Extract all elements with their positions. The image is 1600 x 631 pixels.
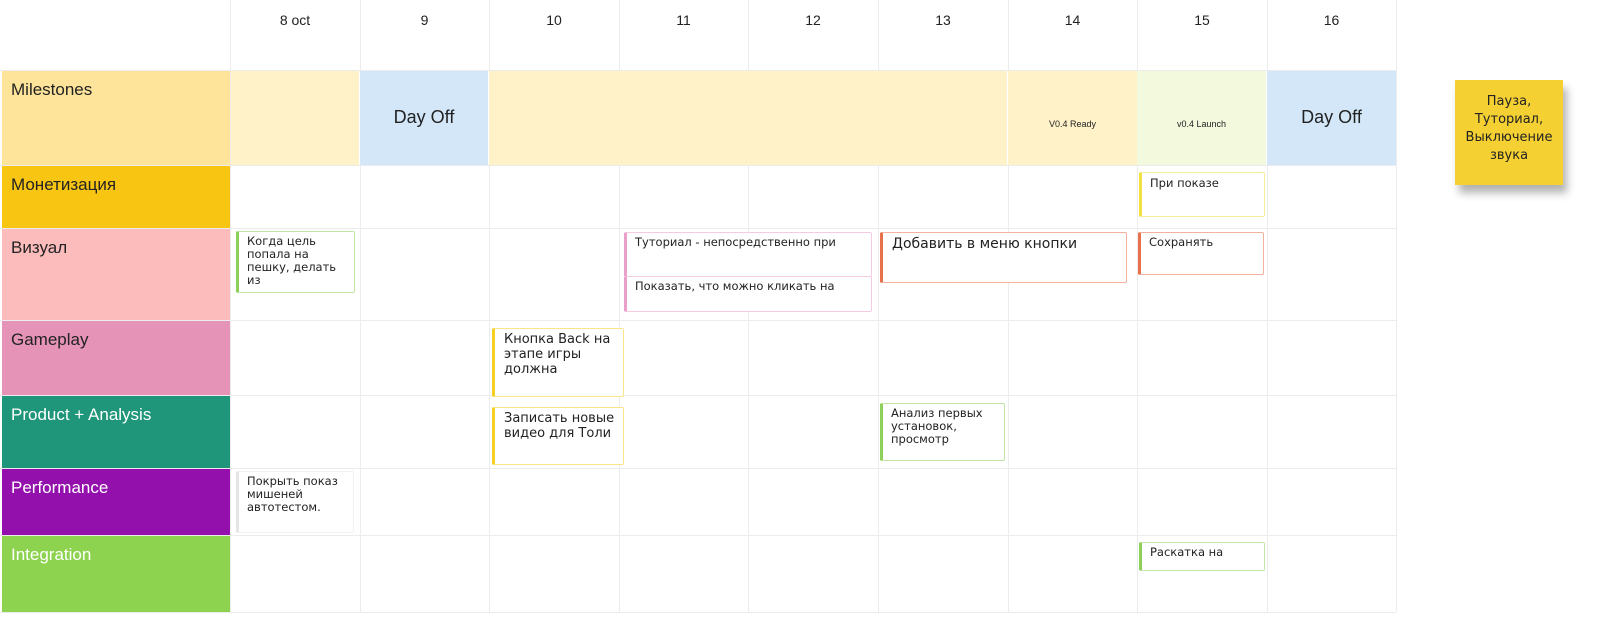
task-card[interactable]: Раскатка на [1139, 542, 1265, 571]
task-card[interactable]: Туториал - непосредственно при [624, 232, 872, 277]
task-card[interactable]: Кнопка Back на этапе игры должна [492, 328, 624, 397]
day-header: 9 [420, 12, 429, 28]
task-card[interactable]: Записать новые видео для Толи [492, 407, 624, 465]
lane-label: Визуал [2, 229, 230, 320]
task-card[interactable]: Сохранять [1138, 232, 1264, 275]
milestone-bg-10-13 [489, 71, 1007, 165]
lane-label: Performance [2, 469, 230, 535]
day-header: 15 [1194, 12, 1210, 28]
grid-line [0, 612, 1396, 613]
day-header: 10 [546, 12, 562, 28]
lane-label: Integration [2, 536, 230, 612]
milestone-day-off-16[interactable]: Day Off [1267, 71, 1396, 165]
task-card[interactable]: Анализ первых установок, просмотр [880, 403, 1005, 461]
day-header: 13 [935, 12, 951, 28]
task-card[interactable]: Когда цель попала на пешку, делать из [236, 231, 355, 293]
milestone-v04-ready[interactable]: V0.4 Ready [1008, 71, 1137, 165]
day-header: 12 [805, 12, 821, 28]
task-card[interactable]: Показать, что можно кликать на [624, 276, 872, 312]
milestone-day-off-9[interactable]: Day Off [360, 71, 488, 165]
lane-label: Gameplay [2, 321, 230, 395]
day-header: 16 [1323, 12, 1340, 28]
grid-line [1396, 0, 1397, 612]
day-header: 8 oct [279, 12, 311, 28]
task-card[interactable]: При показе [1139, 172, 1265, 217]
task-card[interactable]: Покрыть показ мишеней автотестом. [236, 471, 354, 533]
milestone-bg-8oct [231, 71, 359, 165]
sticky-note[interactable]: Пауза, Туториал, Выключение звука [1455, 80, 1563, 185]
lane-label: Монетизация [2, 166, 230, 228]
lane-label: Milestones [2, 71, 230, 165]
day-header: 11 [676, 12, 691, 28]
milestone-v04-launch[interactable]: v0.4 Launch [1137, 71, 1266, 165]
task-card[interactable]: Добавить в меню кнопки [880, 232, 1127, 283]
day-header: 14 [1064, 12, 1081, 28]
lane-label: Product + Analysis [2, 396, 230, 468]
